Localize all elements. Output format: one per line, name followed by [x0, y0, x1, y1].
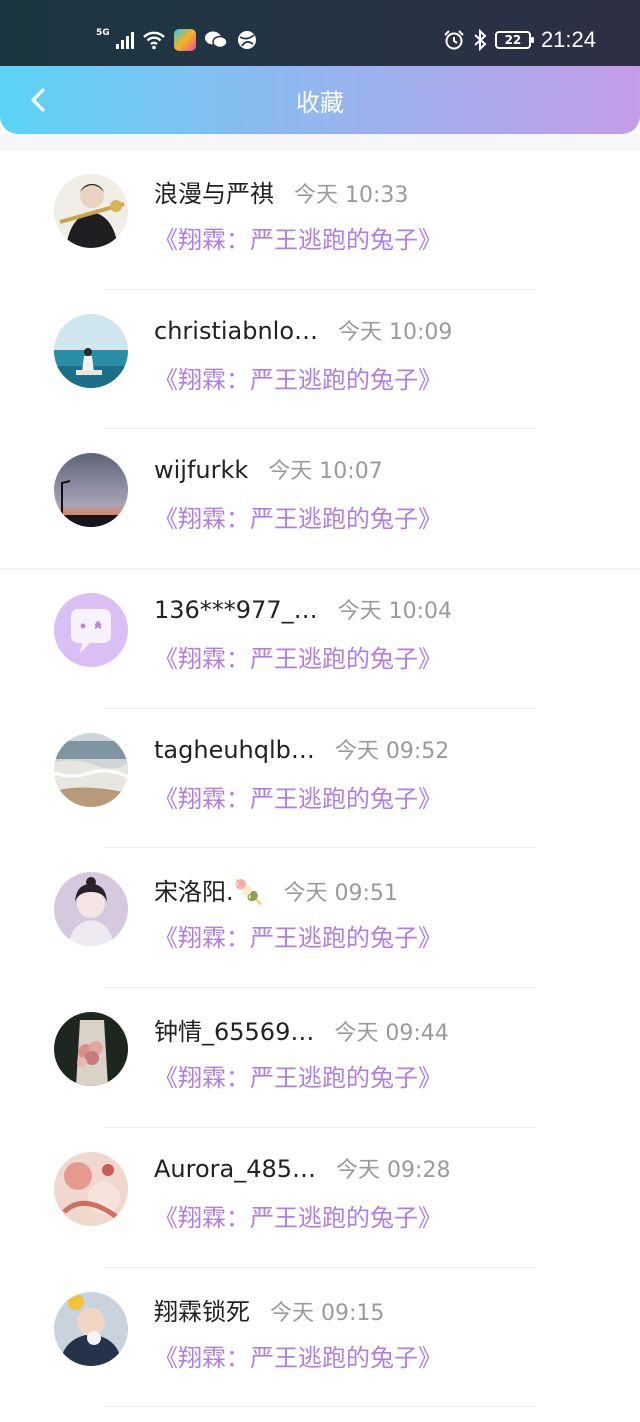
user-name: wijfurkk [154, 456, 249, 485]
user-name: 136***977_… [154, 596, 318, 625]
page-title: 收藏 [296, 89, 344, 117]
list-item[interactable]: wijfurkk 今天 10:07 《翔霖：严王逃跑的兔子》 [0, 429, 640, 571]
avatar[interactable] [54, 1291, 128, 1366]
list-item[interactable]: 翔霖锁死 今天 09:15 《翔霖：严王逃跑的兔子》 [0, 1268, 640, 1408]
user-name: 钟情_65569… [154, 1018, 315, 1047]
battery-icon: 22 [494, 31, 534, 49]
timestamp: 今天 10:04 [337, 599, 453, 625]
book-title-link[interactable]: 《翔霖：严王逃跑的兔子》 [154, 499, 442, 534]
list-item[interactable]: tagheuhqlb… 今天 09:52 《翔霖：严王逃跑的兔子》 [0, 709, 640, 849]
status-right-icons: 22 21:24 [443, 26, 596, 54]
app-icon [173, 29, 196, 51]
bluetooth-icon [474, 29, 487, 51]
avatar[interactable] [54, 593, 128, 668]
app-header: 收藏 [0, 66, 640, 134]
user-name: christiabnlo… [154, 316, 319, 345]
user-name: 浪漫与严祺 [154, 180, 274, 208]
item-header: Aurora_485… 今天 09:28 [154, 1152, 450, 1184]
list-item[interactable]: 浪漫与严祺 今天 10:33 《翔霖：严王逃跑的兔子》 [0, 150, 640, 290]
user-name: tagheuhqlb… [154, 735, 315, 764]
timestamp: 今天 09:52 [334, 738, 450, 764]
timestamp: 今天 09:15 [270, 1300, 385, 1326]
wifi-icon [142, 31, 165, 50]
avatar[interactable] [54, 313, 128, 388]
signal-icon [115, 31, 134, 49]
divider [104, 1406, 536, 1408]
wechat-icon [204, 31, 228, 49]
list-item[interactable]: christiabnlo… 今天 10:09 《翔霖：严王逃跑的兔子》 [0, 290, 640, 430]
item-header: 136***977_… 今天 10:04 [154, 593, 452, 625]
avatar[interactable] [54, 174, 128, 248]
network-type: 5G [96, 28, 110, 38]
item-header: christiabnlo… 今天 10:09 [154, 314, 452, 346]
item-header: 翔霖锁死 今天 09:15 [154, 1292, 384, 1327]
timestamp: 今天 09:51 [283, 881, 398, 907]
avatar[interactable] [54, 1012, 128, 1087]
timestamp: 今天 10:33 [294, 183, 409, 208]
list-item[interactable]: 钟情_65569… 今天 09:44 《翔霖：严王逃跑的兔子》 [0, 988, 640, 1128]
status-left-icons: 5G [96, 26, 258, 54]
book-title-link[interactable]: 《翔霖：严王逃跑的兔子》 [154, 220, 442, 255]
item-header: tagheuhqlb… 今天 09:52 [154, 733, 449, 765]
avatar[interactable] [54, 732, 128, 807]
list-item[interactable]: 宋洛阳.🍡 今天 09:51 《翔霖：严王逃跑的兔子》 [0, 848, 640, 989]
book-title-link[interactable]: 《翔霖：严王逃跑的兔子》 [154, 918, 442, 953]
list-item[interactable]: 136***977_… 今天 10:04 《翔霖：严王逃跑的兔子》 [0, 569, 640, 709]
timestamp: 今天 09:28 [336, 1157, 451, 1183]
book-title-link[interactable]: 《翔霖：严王逃跑的兔子》 [154, 1338, 442, 1373]
timestamp: 今天 10:09 [338, 319, 453, 345]
book-title-link[interactable]: 《翔霖：严王逃跑的兔子》 [154, 360, 442, 395]
user-name: Aurora_485… [154, 1154, 317, 1183]
item-header: 钟情_65569… 今天 09:44 [154, 1012, 449, 1047]
item-header: wijfurkk 今天 10:07 [154, 453, 383, 485]
avatar[interactable] [54, 872, 128, 947]
avatar[interactable] [54, 1151, 128, 1226]
header-spacer [0, 134, 640, 150]
book-title-link[interactable]: 《翔霖：严王逃跑的兔子》 [154, 639, 442, 674]
item-header: 浪漫与严祺 今天 10:33 [154, 174, 408, 209]
book-title-link[interactable]: 《翔霖：严王逃跑的兔子》 [154, 1058, 442, 1093]
timestamp: 今天 09:44 [334, 1021, 449, 1047]
favorites-list: 浪漫与严祺 今天 10:33 《翔霖：严王逃跑的兔子》 christiabnlo… [0, 150, 640, 1408]
avatar[interactable] [54, 453, 128, 528]
alarm-icon [444, 30, 464, 50]
user-name: 翔霖锁死 [154, 1297, 250, 1326]
timestamp: 今天 10:07 [268, 459, 383, 485]
book-title-link[interactable]: 《翔霖：严王逃跑的兔子》 [154, 779, 442, 814]
item-header: 宋洛阳.🍡 今天 09:51 [154, 872, 398, 907]
list-item[interactable]: Aurora_485… 今天 09:28 《翔霖：严王逃跑的兔子》 [0, 1128, 640, 1268]
browser-icon [237, 31, 256, 49]
book-title-link[interactable]: 《翔霖：严王逃跑的兔子》 [154, 1198, 442, 1233]
user-name: 宋洛阳.🍡 [154, 878, 264, 907]
status-time: 21:24 [540, 27, 596, 52]
